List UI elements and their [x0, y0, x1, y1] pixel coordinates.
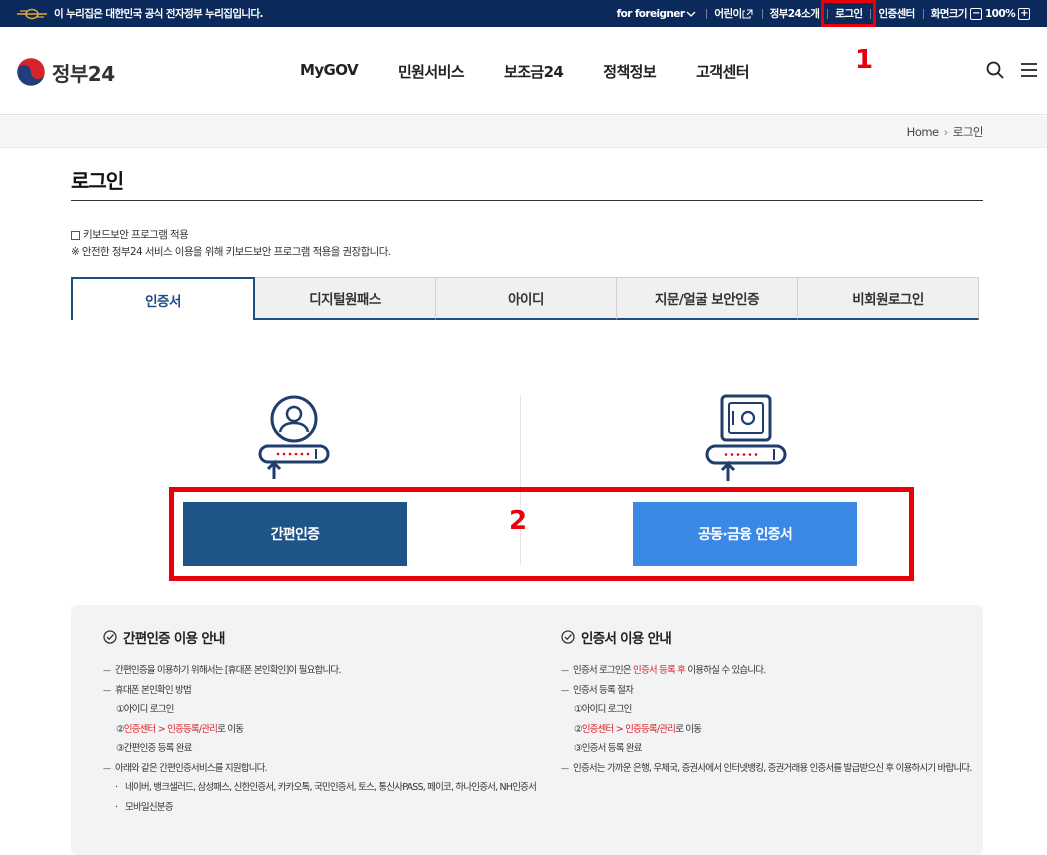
list-item: ①아이디 로그인 — [116, 704, 174, 715]
simple-auth-button[interactable]: 간편인증 — [183, 502, 407, 566]
nav-customer-center[interactable]: 고객센터 — [696, 61, 749, 82]
checkbox-icon[interactable] — [71, 231, 80, 240]
list-item: 아래와 같은 간편인증서비스를 지원합니다. — [103, 759, 543, 779]
keyboard-security-checkbox[interactable]: 키보드보안 프로그램 적용 — [71, 227, 391, 244]
cert-center-inline-link[interactable]: 인증센터 > 인증등록/관리 — [124, 724, 218, 735]
simple-auth-illustration — [256, 395, 332, 485]
cert-center-link[interactable]: 인증센터 — [870, 6, 922, 21]
list-item: 휴대폰 본인확인 방법 — [103, 681, 543, 701]
foreigner-link[interactable]: for foreigner — [609, 8, 707, 20]
list-item: ①아이디 로그인 — [574, 704, 632, 715]
list-item: ③간편인증 등록 완료 — [116, 743, 192, 754]
breadcrumb-home[interactable]: Home — [907, 125, 939, 139]
list-item: 인증서 로그인은 인증서 등록 후 이용하실 수 있습니다. — [561, 661, 1001, 681]
list-item: ②인증센터 > 인증등록/관리로 이동 — [116, 723, 244, 735]
gov-notice: 이 누리집은 대한민국 공식 전자정부 누리집입니다. — [16, 6, 264, 21]
tab-biometric[interactable]: 지문/얼굴 보안인증 — [617, 277, 798, 320]
list-item: 네이버, 뱅크샐러드, 삼성패스, 신한인증서, 카카오톡, 국민인증서, 토스… — [103, 778, 543, 798]
login-link[interactable]: 로그인 — [821, 0, 877, 27]
main-nav: MyGOV 민원서비스 보조금24 정책정보 고객센터 — [300, 61, 789, 82]
cert-guide-list: 인증서 로그인은 인증서 등록 후 이용하실 수 있습니다. 인증서 등록 절차… — [561, 661, 1001, 778]
chevron-down-icon — [686, 11, 696, 17]
gov-emblem-icon — [17, 8, 47, 19]
cert-guide: 인증서 이용 안내 인증서 로그인은 인증서 등록 후 이용하실 수 있습니다.… — [561, 627, 1001, 778]
title-divider — [71, 200, 983, 201]
simple-auth-guide: 간편인증 이용 안내 간편인증을 이용하기 위해서는 [휴대폰 본인확인]이 필… — [103, 627, 543, 817]
header-tools — [971, 60, 1039, 80]
about-link[interactable]: 정부24소개 — [761, 6, 828, 21]
site-logo[interactable]: 정부24 — [16, 57, 115, 87]
breadcrumb: Home › 로그인 — [907, 124, 984, 140]
tab-certificate[interactable]: 인증서 — [71, 277, 255, 320]
zoom-out-button[interactable]: − — [969, 7, 982, 20]
tab-guest[interactable]: 비회원로그인 — [798, 277, 979, 320]
login-tabs: 인증서 디지털원패스 아이디 지문/얼굴 보안인증 비회원로그인 — [71, 277, 979, 320]
cert-center-inline-link[interactable]: 인증센터 > 인증등록/관리 — [582, 724, 676, 735]
nav-civil-service[interactable]: 민원서비스 — [398, 61, 465, 82]
zoom-in-button[interactable]: + — [1018, 7, 1030, 20]
menu-icon[interactable] — [1019, 60, 1039, 80]
list-item: 간편인증을 이용하기 위해서는 [휴대폰 본인확인]이 필요합니다. — [103, 661, 543, 681]
annotation-1: 1 — [855, 45, 874, 75]
tab-id[interactable]: 아이디 — [436, 277, 617, 320]
joint-financial-cert-button[interactable]: 공동·금융 인증서 — [633, 502, 857, 566]
nav-mygov[interactable]: MyGOV — [300, 61, 359, 82]
external-link-icon — [742, 9, 753, 18]
list-item: ②인증센터 > 인증등록/관리로 이동 — [574, 723, 702, 735]
info-panel: 간편인증 이용 안내 간편인증을 이용하기 위해서는 [휴대폰 본인확인]이 필… — [71, 605, 983, 855]
breadcrumb-current: 로그인 — [952, 125, 984, 139]
zoom-level: 100% — [984, 7, 1016, 20]
nav-policy[interactable]: 정책정보 — [603, 61, 656, 82]
tab-digital-onepass[interactable]: 디지털원패스 — [255, 277, 436, 320]
breadcrumb-bar: Home › 로그인 — [0, 116, 1047, 148]
list-item: 인증서 등록 절차 — [561, 681, 1001, 701]
chevron-right-icon: › — [943, 125, 949, 139]
screen-size-control: 화면크기 − 100% + — [922, 6, 1041, 21]
taegeuk-logo-icon — [16, 57, 46, 87]
site-header: 정부24 MyGOV 민원서비스 보조금24 정책정보 고객센터 1 — [0, 27, 1047, 115]
check-circle-icon — [561, 630, 575, 644]
list-item: 인증서는 가까운 은행, 우체국, 증권사에서 인터넷뱅킹, 증권거래용 인증서… — [561, 759, 1001, 779]
cert-guide-title: 인증서 이용 안내 — [561, 627, 1001, 647]
keyboard-security: 키보드보안 프로그램 적용 ※ 안전한 정부24 서비스 이용을 위해 키보드보… — [71, 227, 391, 261]
cert-illustration — [704, 393, 788, 487]
simple-auth-guide-list: 간편인증을 이용하기 위해서는 [휴대폰 본인확인]이 필요합니다. 휴대폰 본… — [103, 661, 543, 817]
page-title: 로그인 — [71, 169, 124, 193]
user-login-icon — [258, 395, 330, 479]
list-item: ③인증서 등록 완료 — [574, 743, 643, 754]
nav-subsidy[interactable]: 보조금24 — [504, 61, 564, 82]
utility-menu: for foreigner 어린이 정부24소개 로그인 인증센터 화면크기 −… — [609, 0, 1041, 27]
safe-login-icon — [705, 394, 787, 481]
kids-link[interactable]: 어린이 — [706, 6, 761, 21]
annotation-2: 2 — [509, 506, 528, 536]
keyboard-security-notice: ※ 안전한 정부24 서비스 이용을 위해 키보드보안 프로그램 적용을 권장합… — [71, 246, 391, 258]
check-circle-icon — [103, 630, 117, 644]
gov-banner: 이 누리집은 대한민국 공식 전자정부 누리집입니다. for foreigne… — [0, 0, 1047, 27]
search-icon[interactable] — [985, 60, 1005, 80]
list-item: 모바일신분증 — [103, 798, 543, 818]
simple-auth-guide-title: 간편인증 이용 안내 — [103, 627, 543, 647]
